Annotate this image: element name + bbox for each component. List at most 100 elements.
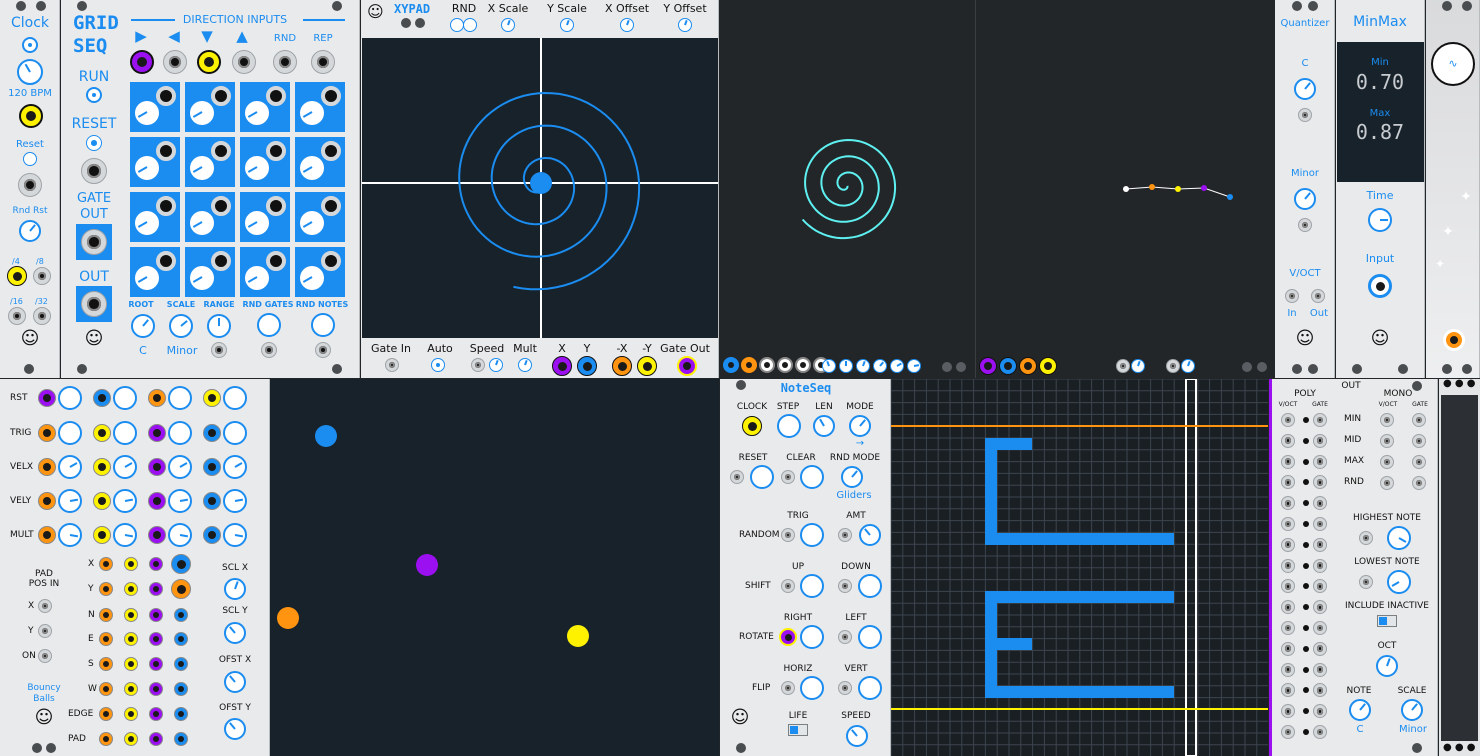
bb-output-jack[interactable] bbox=[124, 657, 138, 671]
bb-knob[interactable] bbox=[168, 489, 192, 513]
bb-button[interactable] bbox=[58, 386, 82, 410]
step-pad[interactable] bbox=[240, 82, 290, 132]
bb-button[interactable] bbox=[168, 421, 192, 445]
scale-jack[interactable] bbox=[1298, 218, 1312, 232]
step-pitch-knob[interactable] bbox=[300, 101, 324, 125]
bb-output-jack[interactable] bbox=[174, 608, 188, 622]
step-pitch-knob[interactable] bbox=[300, 211, 324, 235]
bb-button[interactable] bbox=[168, 386, 192, 410]
step-pad[interactable] bbox=[295, 137, 345, 187]
step-gate-jack[interactable] bbox=[321, 86, 341, 106]
lowest-note-jack[interactable] bbox=[1359, 575, 1373, 589]
amt-knob[interactable] bbox=[859, 524, 881, 546]
step-pad[interactable] bbox=[240, 247, 290, 297]
reset-jack[interactable] bbox=[730, 470, 744, 484]
scl-x-knob[interactable] bbox=[224, 578, 246, 600]
note-knob[interactable] bbox=[1349, 699, 1371, 721]
clock-output-jack[interactable] bbox=[19, 104, 43, 128]
flip-jack[interactable] bbox=[781, 681, 795, 695]
bb-output-jack[interactable] bbox=[171, 579, 191, 599]
neg-y-jack[interactable] bbox=[637, 356, 657, 376]
bb-input-jack[interactable] bbox=[93, 526, 111, 544]
bb-output-jack[interactable] bbox=[149, 707, 163, 721]
scope2-knob-2[interactable] bbox=[1181, 359, 1195, 373]
step-pitch-knob[interactable] bbox=[135, 101, 159, 125]
step-gate-jack[interactable] bbox=[156, 141, 176, 161]
bb-input-jack[interactable] bbox=[148, 458, 166, 476]
poly-gate-jack[interactable] bbox=[1313, 683, 1327, 698]
poly-gate-jack[interactable] bbox=[1313, 704, 1327, 719]
step-pitch-knob[interactable] bbox=[190, 211, 214, 235]
clock-bpm-knob[interactable] bbox=[17, 59, 43, 85]
div16-jack[interactable] bbox=[8, 307, 26, 325]
scale-knob[interactable] bbox=[1294, 188, 1316, 210]
bb-knob[interactable] bbox=[58, 489, 82, 513]
scope2-input-3[interactable] bbox=[1019, 357, 1037, 375]
clock-reset-jack[interactable] bbox=[18, 173, 42, 197]
step-pitch-knob[interactable] bbox=[190, 156, 214, 180]
shift-up-button[interactable] bbox=[800, 574, 824, 598]
mult-knob[interactable] bbox=[518, 358, 532, 372]
x-offset-knob[interactable] bbox=[620, 18, 634, 32]
poly-voct-jack[interactable] bbox=[1281, 537, 1295, 552]
poly-gate-jack[interactable] bbox=[1313, 558, 1327, 573]
div4-jack[interactable] bbox=[7, 266, 27, 286]
div8-jack[interactable] bbox=[33, 267, 51, 285]
bouncy-balls-display[interactable] bbox=[270, 379, 719, 756]
step-pitch-knob[interactable] bbox=[135, 266, 159, 290]
step-gate-jack[interactable] bbox=[211, 196, 231, 216]
rnd-gates-button[interactable] bbox=[257, 313, 281, 337]
step-button[interactable] bbox=[777, 414, 801, 438]
rnd-voct-jack[interactable] bbox=[1380, 476, 1394, 490]
bb-input-jack[interactable] bbox=[38, 526, 56, 544]
scope2-jack-5[interactable] bbox=[1116, 359, 1130, 373]
rnd-notes-button[interactable] bbox=[311, 313, 335, 337]
bb-output-jack[interactable] bbox=[174, 632, 188, 646]
step-pad[interactable] bbox=[240, 192, 290, 242]
bb-input-jack[interactable] bbox=[38, 458, 56, 476]
rotate-jack[interactable] bbox=[779, 628, 797, 646]
include-inactive-switch[interactable] bbox=[1377, 615, 1397, 627]
step-gate-jack[interactable] bbox=[211, 141, 231, 161]
scope-input-jack[interactable] bbox=[723, 357, 739, 373]
bb-output-jack[interactable] bbox=[99, 608, 113, 622]
bb-knob[interactable] bbox=[58, 523, 82, 547]
poly-gate-jack[interactable] bbox=[1313, 662, 1327, 677]
max-gate-jack[interactable] bbox=[1412, 455, 1426, 469]
scope-knob[interactable] bbox=[839, 359, 853, 373]
gate-out-jack[interactable] bbox=[677, 356, 697, 376]
poly-voct-jack[interactable] bbox=[1281, 496, 1295, 511]
poly-voct-jack[interactable] bbox=[1281, 600, 1295, 615]
bb-output-jack[interactable] bbox=[174, 657, 188, 671]
rnd-mode-knob[interactable] bbox=[841, 466, 863, 488]
rnd-input-jack[interactable] bbox=[273, 50, 297, 74]
pad-x-jack[interactable] bbox=[38, 599, 52, 613]
up-input-jack[interactable] bbox=[232, 50, 256, 74]
bb-input-jack[interactable] bbox=[203, 492, 221, 510]
scope2-jack-6[interactable] bbox=[1166, 359, 1180, 373]
bb-input-jack[interactable] bbox=[38, 424, 56, 442]
random-jack[interactable] bbox=[781, 528, 795, 542]
poly-gate-jack[interactable] bbox=[1313, 475, 1327, 490]
step-gate-jack[interactable] bbox=[321, 196, 341, 216]
bb-output-jack[interactable] bbox=[149, 732, 163, 746]
bb-output-jack[interactable] bbox=[149, 657, 163, 671]
bb-output-jack[interactable] bbox=[124, 732, 138, 746]
random-trig-button[interactable] bbox=[800, 523, 824, 547]
scale-knob[interactable] bbox=[169, 314, 193, 338]
poly-gate-jack[interactable] bbox=[1313, 621, 1327, 635]
bb-input-jack[interactable] bbox=[203, 458, 221, 476]
step-pitch-knob[interactable] bbox=[190, 101, 214, 125]
down-input-jack[interactable] bbox=[197, 50, 221, 74]
poly-voct-jack[interactable] bbox=[1281, 433, 1295, 448]
scl-y-knob[interactable] bbox=[224, 622, 246, 644]
bb-output-jack[interactable] bbox=[99, 557, 113, 571]
oct-knob[interactable] bbox=[1376, 655, 1398, 677]
poly-voct-jack[interactable] bbox=[1281, 662, 1295, 677]
bb-knob[interactable] bbox=[168, 455, 192, 479]
poly-voct-jack[interactable] bbox=[1281, 725, 1295, 739]
step-pad[interactable] bbox=[185, 192, 235, 242]
flip-vert-button[interactable] bbox=[858, 676, 882, 700]
mode-knob[interactable] bbox=[849, 415, 871, 437]
scope-knob[interactable] bbox=[873, 359, 887, 373]
